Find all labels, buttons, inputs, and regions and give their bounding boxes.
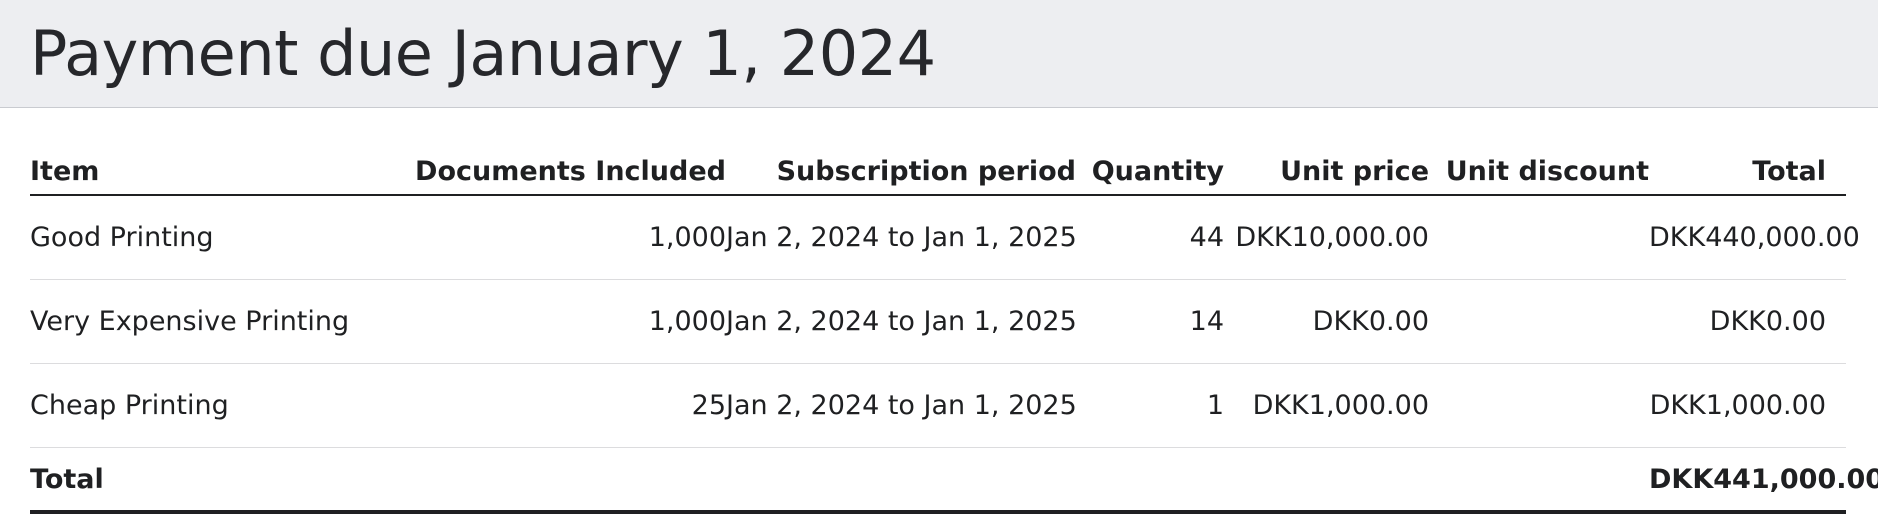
column-header-documents-included: Documents Included bbox=[370, 148, 726, 196]
empty-cell bbox=[370, 447, 726, 514]
column-header-quantity: Quantity bbox=[1076, 148, 1224, 196]
table-row: Very Expensive Printing 1,000 Jan 2, 202… bbox=[30, 279, 1846, 364]
empty-cell bbox=[1224, 447, 1429, 514]
invoice-table: Item Documents Included Subscription per… bbox=[30, 148, 1878, 514]
cell-unit-price: DKK10,000.00 bbox=[1224, 195, 1429, 280]
column-header-unit-discount: Unit discount bbox=[1429, 148, 1649, 196]
cell-documents-included: 25 bbox=[370, 363, 726, 448]
cell-quantity: 14 bbox=[1076, 279, 1224, 364]
total-amount: DKK441,000.00 bbox=[1649, 447, 1878, 514]
table-total-row: Total DKK441,000.00 bbox=[30, 447, 1878, 514]
column-header-item: Item bbox=[30, 148, 370, 196]
cell-documents-included: 1,000 bbox=[370, 279, 726, 364]
cell-unit-discount bbox=[1429, 363, 1649, 448]
page-title: Payment due January 1, 2024 bbox=[30, 17, 936, 90]
column-header-subscription-period: Subscription period bbox=[726, 148, 1076, 196]
total-label: Total bbox=[30, 447, 370, 514]
cell-quantity: 44 bbox=[1076, 195, 1224, 280]
cell-documents-included: 1,000 bbox=[370, 195, 726, 280]
column-header-unit-price: Unit price bbox=[1224, 148, 1429, 196]
cell-subscription-period: Jan 2, 2024 to Jan 1, 2025 bbox=[726, 279, 1077, 364]
column-header-total: Total bbox=[1649, 148, 1846, 196]
cell-total: DKK0.00 bbox=[1649, 279, 1846, 364]
cell-subscription-period: Jan 2, 2024 to Jan 1, 2025 bbox=[726, 195, 1077, 280]
cell-item: Cheap Printing bbox=[30, 363, 370, 448]
cell-total: DKK440,000.00 bbox=[1649, 195, 1860, 280]
cell-item: Good Printing bbox=[30, 195, 370, 280]
empty-cell bbox=[726, 447, 1076, 514]
table-row: Good Printing 1,000 Jan 2, 2024 to Jan 1… bbox=[30, 195, 1860, 280]
cell-quantity: 1 bbox=[1076, 363, 1224, 448]
cell-subscription-period: Jan 2, 2024 to Jan 1, 2025 bbox=[726, 363, 1077, 448]
table-header-row: Item Documents Included Subscription per… bbox=[30, 148, 1846, 196]
cell-unit-discount bbox=[1429, 279, 1649, 364]
cell-unit-discount bbox=[1429, 195, 1649, 280]
cell-unit-price: DKK0.00 bbox=[1224, 279, 1429, 364]
empty-cell bbox=[1076, 447, 1224, 514]
empty-cell bbox=[1429, 447, 1649, 514]
page-header: Payment due January 1, 2024 bbox=[0, 0, 1878, 108]
cell-item: Very Expensive Printing bbox=[30, 279, 370, 364]
table-row: Cheap Printing 25 Jan 2, 2024 to Jan 1, … bbox=[30, 363, 1846, 448]
cell-total: DKK1,000.00 bbox=[1649, 363, 1846, 448]
cell-unit-price: DKK1,000.00 bbox=[1224, 363, 1429, 448]
